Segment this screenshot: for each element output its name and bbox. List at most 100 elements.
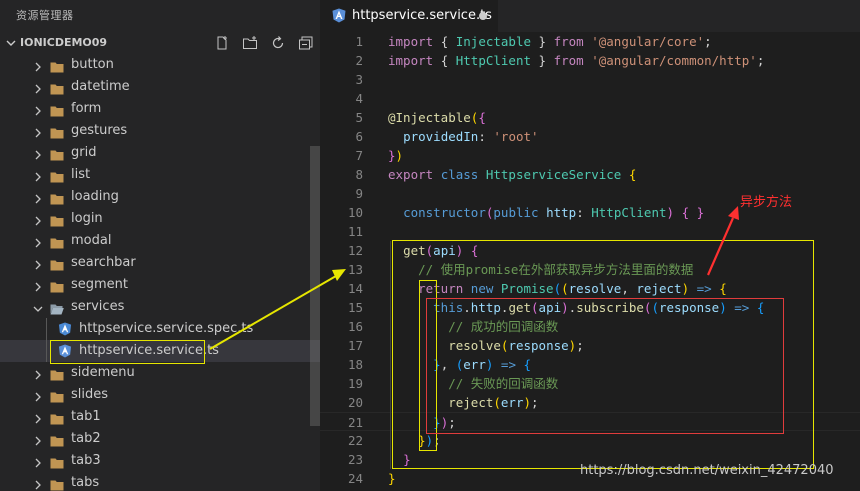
folder-icon	[50, 477, 64, 491]
code-line[interactable]: 11	[320, 222, 860, 241]
chevron-down-icon[interactable]	[32, 301, 44, 313]
chevron-right-icon[interactable]	[32, 279, 44, 292]
tree-item-label: services	[71, 299, 125, 314]
folder-icon	[50, 147, 64, 161]
code-token: )	[395, 148, 404, 163]
code-token: from	[553, 34, 592, 49]
line-number: 4	[355, 91, 363, 106]
code-text: import { HttpClient } from '@angular/com…	[388, 51, 764, 70]
chevron-right-icon[interactable]	[32, 191, 44, 204]
code-line[interactable]: 2 import { HttpClient } from '@angular/co…	[320, 51, 860, 70]
code-line[interactable]: 1 import { Injectable } from '@angular/co…	[320, 32, 860, 51]
code-token: :	[576, 205, 592, 220]
code-token: {	[681, 205, 690, 220]
chevron-right-icon[interactable]	[32, 103, 44, 116]
code-line[interactable]: 6 providedIn: 'root'	[320, 127, 860, 146]
code-token: public	[493, 205, 547, 220]
tree-item-datetime[interactable]: datetime	[0, 76, 320, 98]
chevron-down-icon	[6, 40, 16, 46]
collapse-all-icon[interactable]	[298, 35, 314, 51]
chevron-right-icon[interactable]	[32, 257, 44, 270]
tree-item-httpservice-service-spec-ts[interactable]: httpservice.service.spec.ts	[0, 318, 320, 340]
tree-item-tab2[interactable]: tab2	[0, 428, 320, 450]
code-token: constructor	[403, 205, 486, 220]
explorer-title: 资源管理器	[16, 9, 74, 22]
folder-icon	[50, 191, 64, 205]
tree-item-label: tab2	[71, 431, 101, 446]
chevron-right-icon[interactable]	[32, 477, 44, 490]
tree-item-searchbar[interactable]: searchbar	[0, 252, 320, 274]
tab-httpservice-service-ts[interactable]: httpservice.service.ts	[320, 0, 498, 32]
code-token: HttpserviceService	[485, 167, 629, 182]
tree-item-tabs[interactable]: tabs	[0, 472, 320, 491]
line-number: 6	[355, 129, 363, 144]
code-token: @Injectable	[388, 110, 471, 125]
chevron-right-icon[interactable]	[32, 455, 44, 468]
tree-item-services[interactable]: services	[0, 296, 320, 318]
angular-spec-icon	[58, 322, 72, 336]
code-line[interactable]: 3	[320, 70, 860, 89]
code-line[interactable]: 7})	[320, 146, 860, 165]
tree-item-tab1[interactable]: tab1	[0, 406, 320, 428]
chevron-right-icon[interactable]	[32, 411, 44, 424]
unsaved-dot-icon[interactable]	[479, 12, 487, 20]
line-number: 2	[355, 53, 363, 68]
tree-item-label: tab3	[71, 453, 101, 468]
new-file-icon[interactable]	[214, 35, 230, 51]
chevron-right-icon[interactable]	[32, 125, 44, 138]
code-text: })	[388, 146, 403, 165]
line-number: 16	[347, 319, 363, 334]
chevron-right-icon[interactable]	[32, 81, 44, 94]
explorer-actions	[214, 35, 314, 51]
line-number: 12	[347, 243, 363, 258]
tree-item-list[interactable]: list	[0, 164, 320, 186]
sidebar-scrollbar[interactable]	[310, 146, 320, 426]
chevron-right-icon[interactable]	[32, 147, 44, 160]
angular-icon	[332, 8, 346, 23]
chevron-right-icon[interactable]	[32, 213, 44, 226]
tree-item-loading[interactable]: loading	[0, 186, 320, 208]
tree-item-segment[interactable]: segment	[0, 274, 320, 296]
line-number: 11	[347, 224, 363, 239]
tree-item-gestures[interactable]: gestures	[0, 120, 320, 142]
chevron-right-icon[interactable]	[32, 367, 44, 380]
code-line[interactable]: 8 export class HttpserviceService {	[320, 165, 860, 184]
folder-icon	[50, 433, 64, 447]
services-folder-icon	[50, 301, 64, 315]
code-token: }	[531, 34, 554, 49]
workspace-section-header[interactable]: IONICDEMO09	[0, 32, 320, 54]
chevron-right-icon[interactable]	[32, 433, 44, 446]
folder-icon	[50, 81, 64, 95]
tree-item-grid[interactable]: grid	[0, 142, 320, 164]
tree-item-form[interactable]: form	[0, 98, 320, 120]
subscribe-highlight	[426, 298, 784, 434]
tree-item-modal[interactable]: modal	[0, 230, 320, 252]
chevron-right-icon[interactable]	[32, 169, 44, 182]
code-text: @Injectable({	[388, 108, 486, 127]
line-number: 15	[347, 300, 363, 315]
indent-guide	[46, 340, 47, 362]
code-token: }	[696, 205, 705, 220]
folder-icon	[50, 213, 64, 227]
chevron-right-icon[interactable]	[32, 389, 44, 402]
tree-item-label: form	[71, 101, 102, 116]
code-editor[interactable]: httpservice.service.ts 1 import { Injecta…	[320, 0, 860, 491]
code-token: :	[478, 129, 494, 144]
tree-item-sidemenu[interactable]: sidemenu	[0, 362, 320, 384]
refresh-icon[interactable]	[270, 35, 286, 51]
tree-item-slides[interactable]: slides	[0, 384, 320, 406]
code-token: ;	[756, 53, 765, 68]
folder-icon	[50, 367, 64, 381]
tree-item-login[interactable]: login	[0, 208, 320, 230]
new-folder-icon[interactable]	[242, 35, 258, 51]
code-text: constructor(public http: HttpClient) { }	[388, 203, 704, 222]
tree-item-tab3[interactable]: tab3	[0, 450, 320, 472]
tree-item-button[interactable]: button	[0, 54, 320, 76]
async-method-annotation: 异步方法	[740, 195, 793, 210]
code-line[interactable]: 4	[320, 89, 860, 108]
code-token: export	[388, 167, 441, 182]
chevron-right-icon[interactable]	[32, 59, 44, 72]
chevron-right-icon[interactable]	[32, 235, 44, 248]
code-line[interactable]: 5 @Injectable({	[320, 108, 860, 127]
